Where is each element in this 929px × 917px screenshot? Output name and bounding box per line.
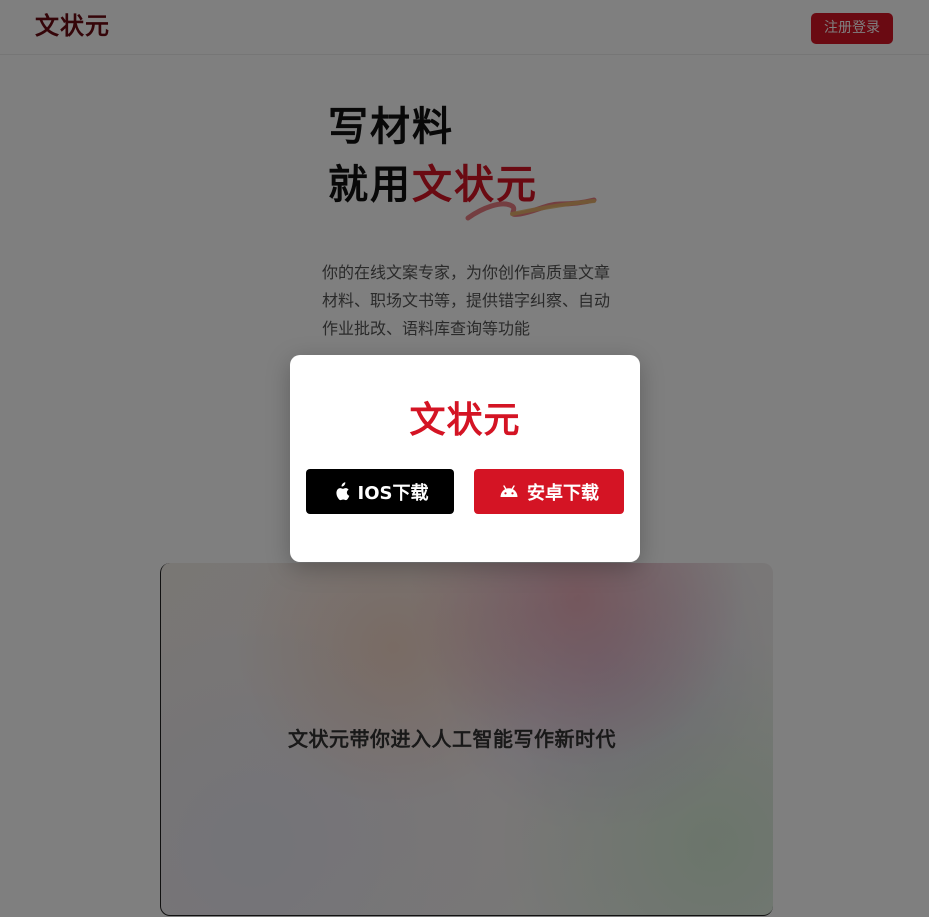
modal-brand-logo: 文状元	[409, 400, 521, 441]
apple-icon	[332, 481, 350, 502]
android-download-label: 安卓下载	[527, 482, 599, 504]
android-icon	[499, 484, 519, 499]
android-download-button[interactable]: 安卓下载	[474, 469, 624, 514]
download-modal: 文状元 IOS下载 安卓下载	[290, 355, 640, 562]
ios-download-button[interactable]: IOS下载	[306, 469, 454, 514]
ios-download-label: IOS下载	[357, 482, 429, 504]
